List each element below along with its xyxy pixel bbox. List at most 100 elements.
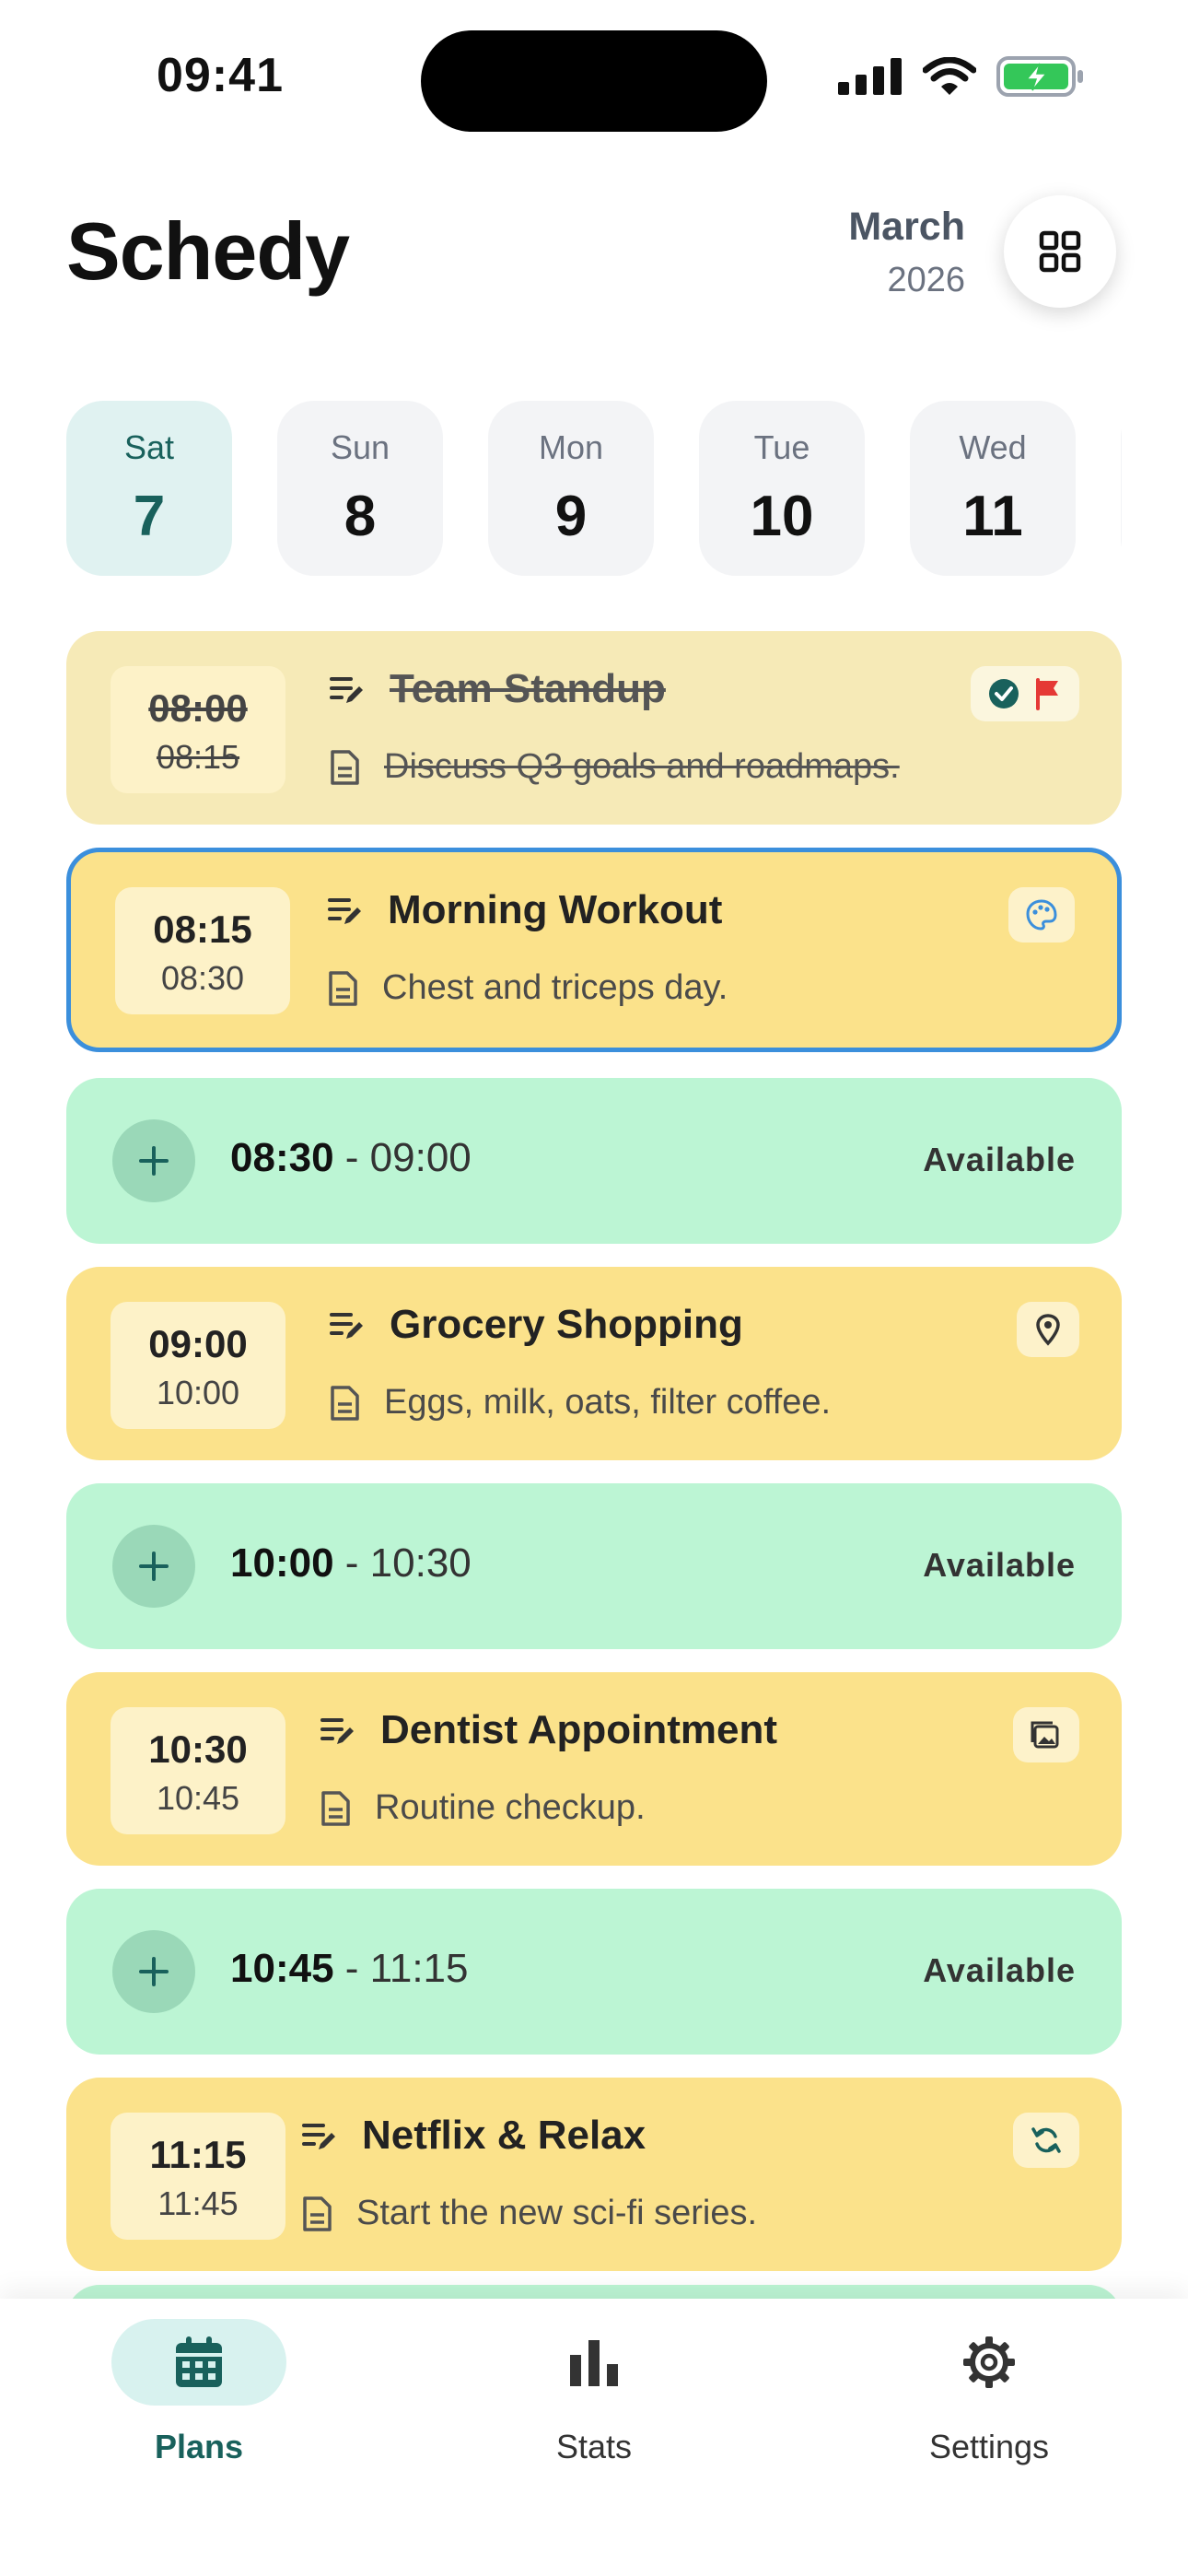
flag-icon	[1036, 678, 1058, 710]
slot-start: 10:00	[230, 1540, 334, 1586]
event-start-time: 09:00	[148, 1322, 248, 1365]
palette-icon	[1026, 899, 1057, 931]
grid-icon	[1039, 230, 1081, 273]
event-card[interactable]: 08:00 08:15 Team Standup Discuss Q3 goal…	[66, 631, 1122, 825]
slot-time-range: 10:45 - 11:15	[230, 1946, 469, 1992]
event-card[interactable]: 10:30 10:45 Dentist Appointment Routine …	[66, 1672, 1122, 1866]
available-slot[interactable]: 10:45 - 11:15 Available	[66, 1889, 1122, 2055]
event-badges	[1013, 2113, 1079, 2168]
add-event-button[interactable]	[112, 1525, 195, 1608]
event-title: Grocery Shopping	[390, 1302, 743, 1347]
event-title: Dentist Appointment	[380, 1707, 777, 1752]
repeat-icon	[1031, 2127, 1061, 2153]
available-label: Available	[923, 1546, 1076, 1584]
nav-plans-icon-wrap	[111, 2319, 286, 2406]
event-time: 08:00 08:15	[111, 666, 285, 793]
event-start-time: 10:30	[148, 1727, 248, 1771]
day-name: Tue	[753, 428, 810, 466]
bar-chart-icon	[570, 2340, 618, 2386]
day-chip-mon[interactable]: Mon 9	[488, 401, 654, 576]
event-end-time: 08:30	[160, 959, 245, 997]
app-title: Schedy	[66, 205, 350, 297]
year-label: 2026	[887, 261, 965, 299]
event-title-row: Morning Workout	[327, 887, 722, 933]
event-desc-row: Routine checkup.	[320, 1788, 646, 1828]
event-time: 10:30 10:45	[111, 1707, 285, 1834]
event-end-time: 10:00	[156, 1374, 240, 1411]
available-label: Available	[923, 1141, 1076, 1178]
bottom-navigation: Plans Stats Settings	[0, 2299, 1188, 2576]
slot-time-range: 10:00 - 10:30	[230, 1540, 472, 1587]
event-desc-row: Chest and triceps day.	[327, 968, 728, 1008]
location-pin-icon	[1036, 1314, 1060, 1346]
nav-stats-icon-wrap	[507, 2319, 681, 2406]
event-time: 08:15 08:30	[115, 887, 290, 1014]
slot-end: - 11:15	[344, 1946, 469, 1991]
image-icon	[1031, 1721, 1059, 1749]
event-title: Morning Workout	[388, 887, 723, 932]
event-badges	[1008, 887, 1075, 943]
event-title-row: Grocery Shopping	[329, 1302, 743, 1348]
day-number: 9	[554, 485, 588, 548]
add-event-button[interactable]	[112, 1119, 195, 1202]
slot-end: - 10:30	[344, 1540, 472, 1586]
nav-plans[interactable]: Plans	[61, 2319, 337, 2466]
day-number: 8	[344, 485, 377, 548]
event-end-time: 08:15	[156, 738, 240, 776]
day-number: 11	[962, 485, 1023, 548]
month-picker[interactable]: March 2026	[848, 205, 965, 300]
slot-start: 10:45	[230, 1946, 334, 1991]
day-chip-partial[interactable]	[1121, 401, 1122, 576]
document-icon	[329, 970, 357, 1006]
available-label: Available	[923, 1951, 1076, 1989]
event-desc-row: Discuss Q3 goals and roadmaps.	[329, 747, 900, 787]
event-title-row: Dentist Appointment	[320, 1707, 777, 1753]
grid-view-button[interactable]	[1004, 195, 1116, 308]
available-slot-partial[interactable]	[66, 2285, 1122, 2299]
slot-start: 08:30	[230, 1135, 334, 1180]
slot-end: - 09:00	[344, 1135, 472, 1180]
day-chip-tue[interactable]: Tue 10	[699, 401, 865, 576]
available-slot[interactable]: 10:00 - 10:30 Available	[66, 1483, 1122, 1649]
slot-time-range: 08:30 - 09:00	[230, 1135, 472, 1181]
event-badges	[971, 666, 1079, 721]
event-time: 11:15 11:45	[111, 2113, 285, 2240]
event-description: Eggs, milk, oats, filter coffee.	[384, 1383, 832, 1422]
event-badges	[1017, 1302, 1079, 1357]
day-selector[interactable]: Sat 7 Sun 8 Mon 9 Tue 10 Wed 11	[66, 401, 1122, 580]
schedule-list[interactable]: 08:00 08:15 Team Standup Discuss Q3 goal…	[66, 631, 1122, 2299]
event-title-row: Team Standup	[329, 666, 666, 712]
event-title: Team Standup	[390, 666, 666, 711]
event-card[interactable]: 11:15 11:45 Netflix & Relax Start the ne…	[66, 2078, 1122, 2271]
plus-icon	[139, 1957, 169, 1986]
add-event-button[interactable]	[112, 1930, 195, 2013]
day-chip-wed[interactable]: Wed 11	[910, 401, 1076, 576]
event-description: Start the new sci-fi series.	[356, 2194, 758, 2232]
day-name: Wed	[959, 428, 1027, 466]
nav-stats[interactable]: Stats	[456, 2319, 732, 2466]
nav-settings-icon-wrap	[902, 2319, 1077, 2406]
event-start-time: 08:00	[148, 686, 248, 730]
edit-note-icon	[330, 1313, 363, 1339]
battery-charging-icon	[996, 56, 1083, 97]
event-end-time: 10:45	[156, 1779, 240, 1817]
status-icons	[838, 55, 1085, 98]
event-time: 09:00 10:00	[111, 1302, 285, 1429]
edit-note-icon	[330, 677, 363, 703]
calendar-icon	[176, 2336, 222, 2387]
gear-icon	[963, 2336, 1015, 2388]
event-desc-row: Start the new sci-fi series.	[301, 2194, 757, 2233]
document-icon	[331, 749, 359, 785]
available-slot[interactable]: 08:30 - 09:00 Available	[66, 1078, 1122, 1244]
day-chip-sat[interactable]: Sat 7	[66, 401, 232, 576]
event-card[interactable]: 09:00 10:00 Grocery Shopping Eggs, milk,…	[66, 1267, 1122, 1460]
event-card-selected[interactable]: 08:15 08:30 Morning Workout Chest and tr…	[66, 848, 1122, 1052]
nav-settings[interactable]: Settings	[851, 2319, 1127, 2466]
day-chip-sun[interactable]: Sun 8	[277, 401, 443, 576]
cellular-signal-icon	[838, 58, 902, 95]
event-title-row: Netflix & Relax	[301, 2113, 646, 2159]
day-name: Sat	[123, 428, 175, 466]
day-number: 7	[133, 485, 166, 548]
wifi-icon	[923, 57, 976, 95]
event-title: Netflix & Relax	[362, 2113, 646, 2158]
